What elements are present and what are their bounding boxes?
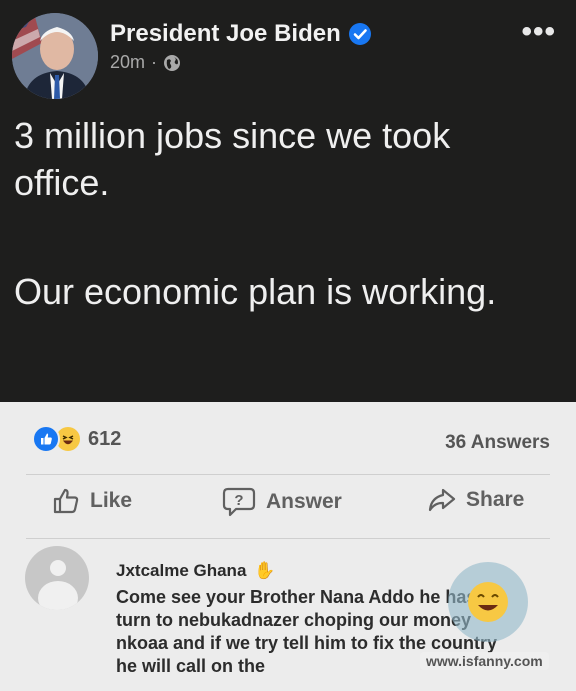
speech-bubble-icon: ?	[222, 487, 256, 517]
like-button[interactable]: Like	[52, 487, 132, 515]
more-options-icon[interactable]: •••	[521, 17, 556, 47]
author-avatar[interactable]	[12, 13, 98, 99]
post-author-name[interactable]: President Joe Biden	[110, 20, 341, 48]
post-author[interactable]: President Joe Biden	[110, 20, 371, 48]
action-bar: Like ? Answer Share	[0, 487, 576, 527]
share-arrow-icon	[428, 488, 456, 512]
answers-count[interactable]: 36 Answers	[445, 432, 550, 454]
like-reaction-icon	[32, 425, 60, 453]
share-label: Share	[466, 488, 525, 511]
verified-badge-icon	[348, 23, 371, 45]
comment-author[interactable]: Jxtcalme Ghana ✋	[116, 561, 276, 581]
meta-separator: ·	[151, 52, 158, 72]
comment-author-name[interactable]: Jxtcalme Ghana	[116, 561, 246, 581]
post-timestamp[interactable]: 20m	[110, 52, 145, 73]
answer-label: Answer	[266, 490, 342, 513]
svg-text:?: ?	[234, 492, 243, 509]
like-label: Like	[90, 489, 133, 512]
reaction-count: 612	[88, 427, 122, 450]
laughing-emoji-icon	[468, 582, 508, 622]
watermark: www.isfanny.com	[420, 652, 549, 670]
post-text-line2: Our economic plan is working.	[14, 271, 497, 312]
avatar-portrait	[12, 13, 98, 99]
post-text-line1: 3 million jobs since we took office.	[14, 115, 451, 203]
thumbs-up-icon	[53, 488, 79, 514]
post-meta: 20m ·	[110, 52, 181, 73]
comment-avatar[interactable]	[25, 546, 89, 610]
divider	[26, 474, 550, 475]
waving-hand-icon: ✋	[254, 561, 276, 580]
emoji-bubble[interactable]	[448, 562, 528, 642]
default-avatar-head	[50, 560, 66, 576]
globe-icon	[164, 54, 181, 71]
answer-button[interactable]: ? Answer	[222, 487, 342, 517]
reactions-summary[interactable]: 612	[32, 425, 121, 453]
divider	[26, 538, 550, 539]
share-button[interactable]: Share	[428, 487, 524, 513]
default-avatar-body	[38, 581, 78, 610]
